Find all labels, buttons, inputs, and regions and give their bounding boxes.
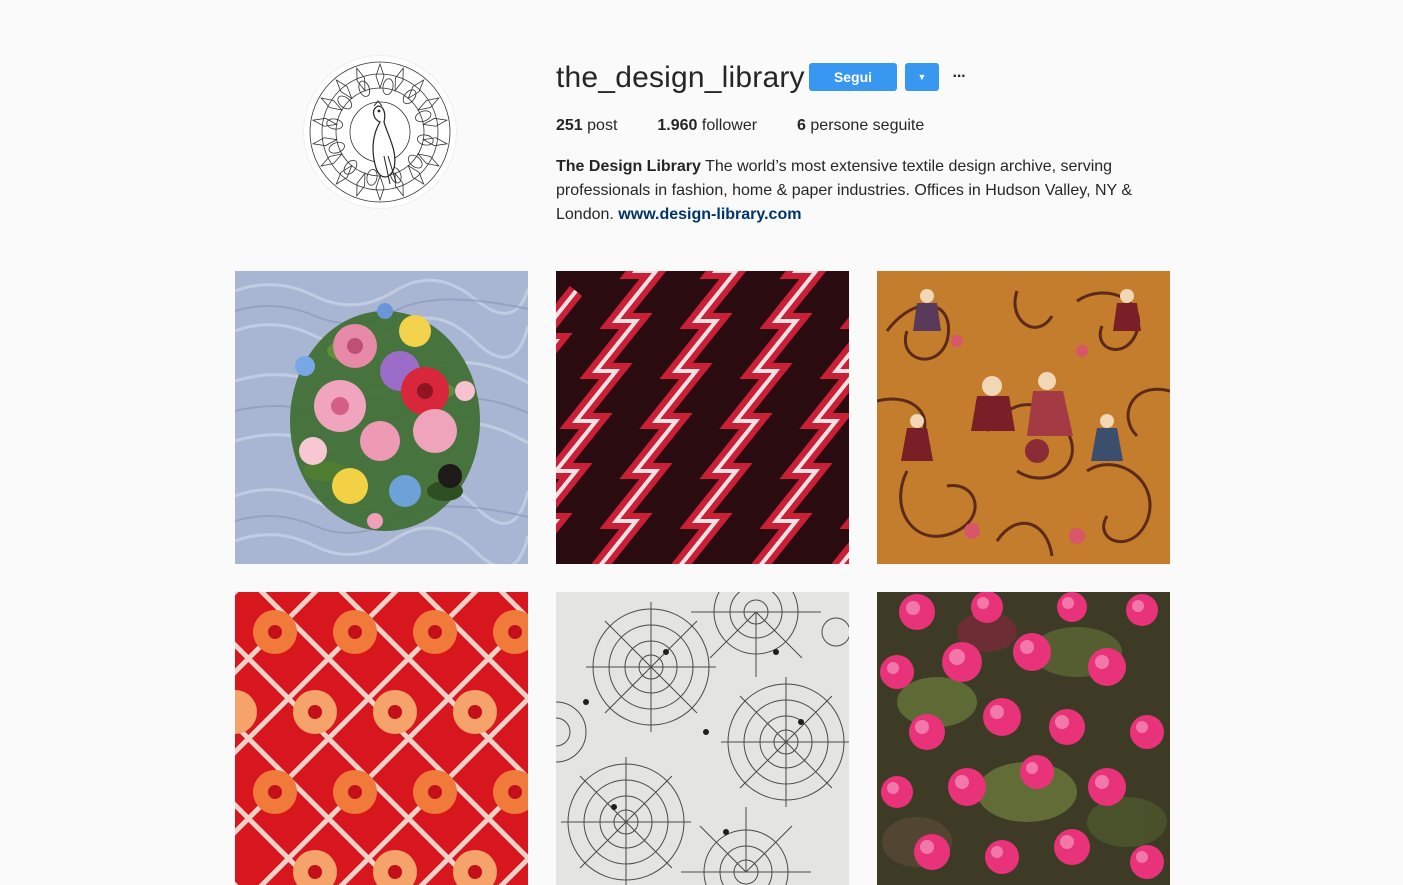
following-stat[interactable]: 6 persone seguite — [797, 116, 924, 136]
profile-username: the_design_library — [556, 61, 805, 94]
post-tile[interactable] — [877, 592, 1170, 885]
spider-web-image — [556, 592, 849, 885]
posts-count: 251 — [556, 117, 583, 134]
followers-stat[interactable]: 1.960 follower — [657, 116, 757, 136]
followers-count: 1.960 — [657, 117, 698, 134]
profile-avatar[interactable] — [304, 56, 456, 208]
post-tile[interactable] — [877, 271, 1170, 564]
red-geometric-image — [235, 592, 528, 885]
profile-bio: The Design Library The world’s most exte… — [556, 155, 1176, 227]
profile-stats: 251 post 1.960 follower 6 persone seguit… — [556, 116, 964, 136]
following-count: 6 — [797, 117, 806, 134]
toile-scene-image — [877, 271, 1170, 564]
more-options-icon[interactable]: ··· — [950, 64, 968, 90]
zigzag-pattern-image — [556, 271, 849, 564]
peacock-logo-icon — [305, 57, 455, 207]
pink-flowers-image — [877, 592, 1170, 885]
website-link[interactable]: www.design-library.com — [618, 206, 801, 223]
floral-bouquet-image — [235, 271, 528, 564]
posts-stat: 251 post — [556, 116, 617, 136]
post-tile[interactable] — [556, 271, 849, 564]
post-tile[interactable] — [556, 592, 849, 885]
following-label: persone seguite — [810, 117, 925, 134]
follow-button[interactable]: Segui — [809, 63, 897, 91]
followers-label: follower — [701, 117, 758, 134]
caret-down-icon: ▼ — [917, 71, 927, 82]
posts-label: post — [587, 117, 618, 134]
profile-full-name: The Design Library — [556, 158, 701, 175]
suggestions-dropdown-button[interactable]: ▼ — [905, 63, 939, 91]
post-tile[interactable] — [235, 592, 528, 885]
post-tile[interactable] — [235, 271, 528, 564]
